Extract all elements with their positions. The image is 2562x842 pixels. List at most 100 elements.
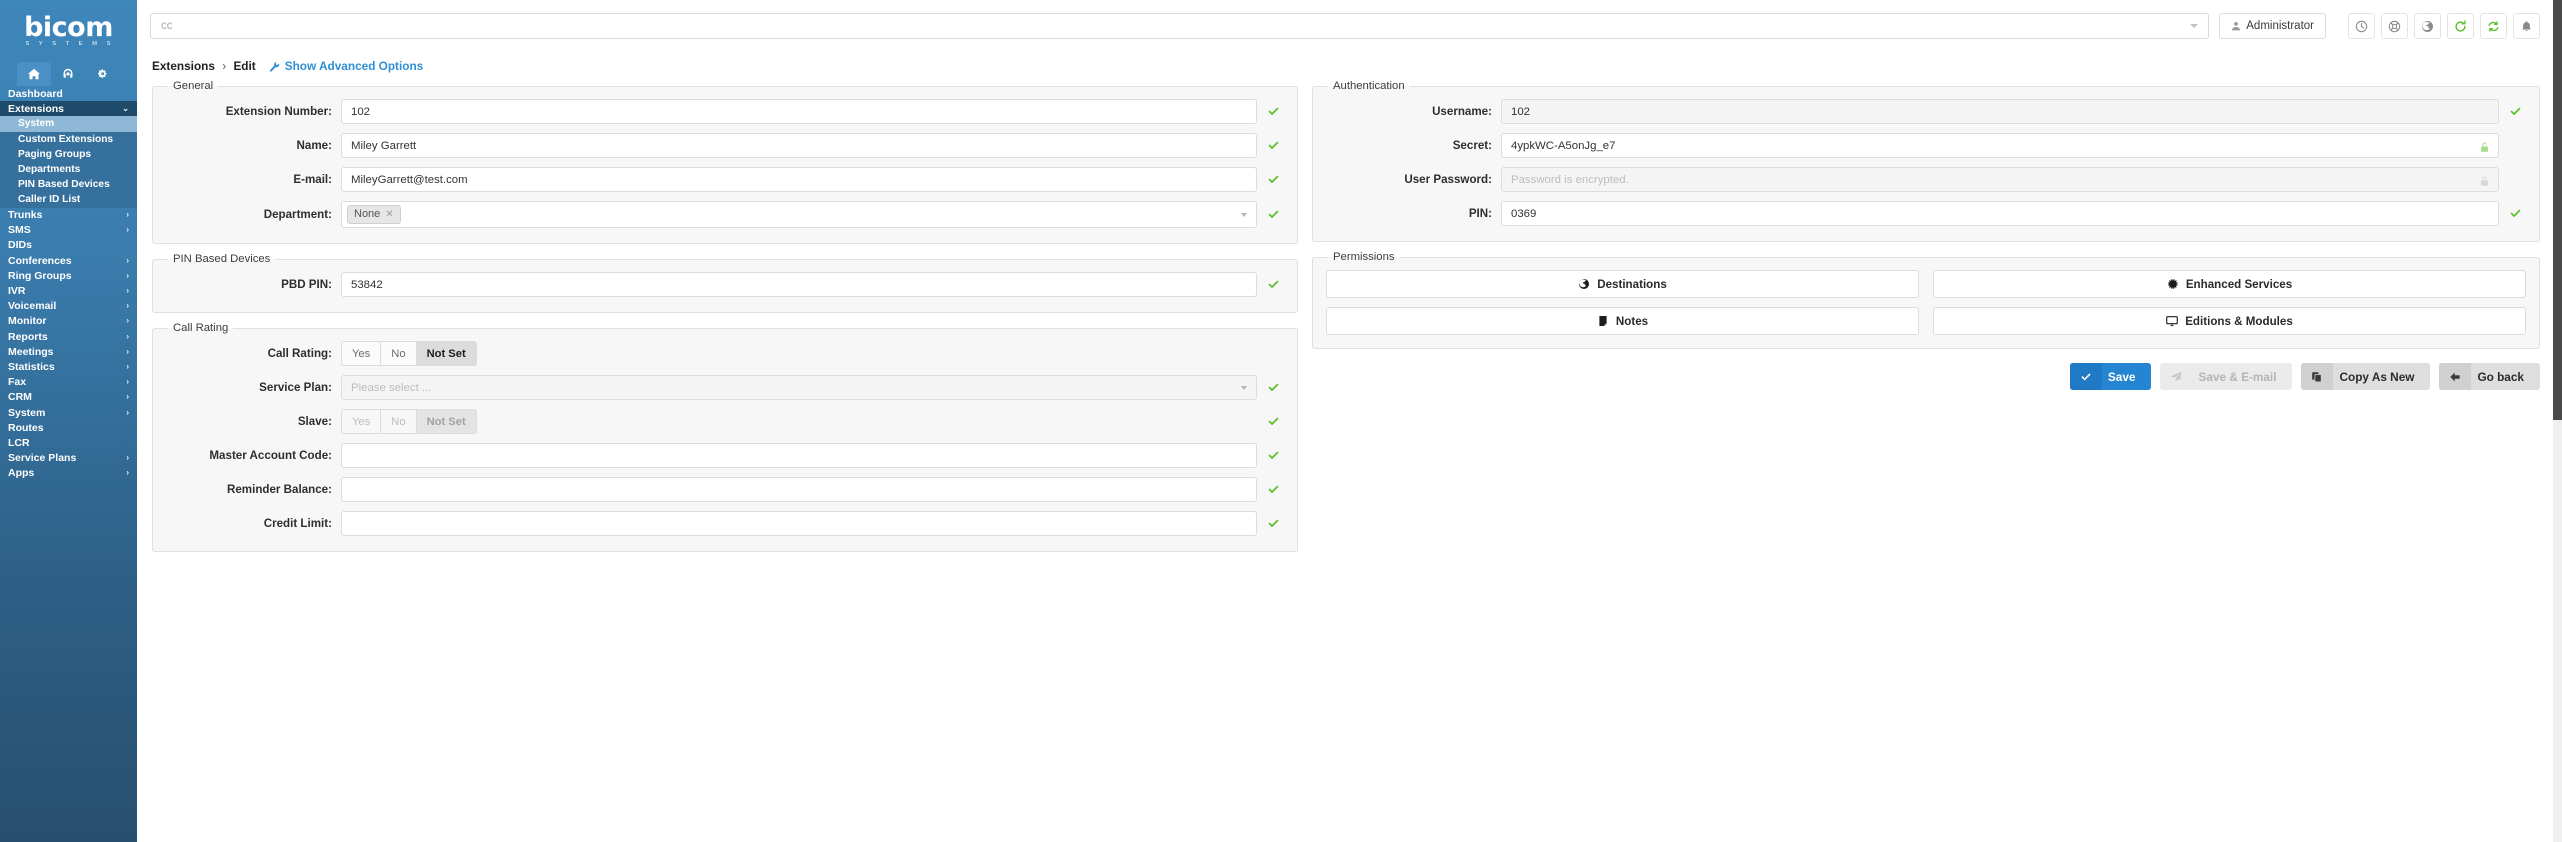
left-column: General Extension Number: 102 Name: Mile…: [152, 80, 1298, 561]
sidebar-item-ring-groups[interactable]: Ring Groups ›: [0, 268, 137, 283]
secret-input[interactable]: 4ypkWC-A5onJg_e7: [1501, 133, 2499, 158]
chevron-down-icon[interactable]: [1241, 385, 1247, 390]
email-input[interactable]: MileyGarrett@test.com: [341, 167, 1257, 192]
show-advanced-options-link[interactable]: Show Advanced Options: [269, 59, 423, 73]
call-rating-not-set[interactable]: Not Set: [415, 341, 477, 366]
go-back-button[interactable]: Go back: [2439, 363, 2540, 390]
lock-icon[interactable]: [2479, 174, 2490, 186]
notes-button[interactable]: Notes: [1326, 307, 1919, 335]
search-input[interactable]: cc: [150, 13, 2210, 39]
sidebar-item-label: Routes: [8, 421, 44, 434]
bell-icon-button[interactable]: [2513, 13, 2540, 39]
sidebar-item-paging-groups[interactable]: Paging Groups: [0, 146, 137, 162]
user-menu-button[interactable]: Administrator: [2219, 13, 2326, 39]
sidebar-item-service-plans[interactable]: Service Plans ›: [0, 451, 137, 466]
sync-icon-button[interactable]: [2480, 13, 2507, 39]
headset-tab[interactable]: [51, 62, 85, 86]
reminder-balance-input[interactable]: [341, 477, 1257, 502]
lifebuoy-icon-button[interactable]: [2381, 13, 2408, 39]
call-rating-no[interactable]: No: [380, 341, 417, 366]
vertical-scrollbar[interactable]: [2553, 0, 2562, 842]
sidebar-item-caller-id-list[interactable]: Caller ID List: [0, 192, 137, 208]
username-input[interactable]: 102: [1501, 99, 2499, 124]
sidebar-item-lcr[interactable]: LCR: [0, 435, 137, 450]
sidebar-item-dashboard[interactable]: Dashboard: [0, 86, 137, 101]
chevron-right-icon: ›: [126, 316, 129, 326]
sidebar-item-meetings[interactable]: Meetings ›: [0, 344, 137, 359]
sidebar-item-trunks[interactable]: Trunks ›: [0, 208, 137, 223]
pbd-pin-input[interactable]: 53842: [341, 272, 1257, 297]
call-rating-toggle: Yes No Not Set: [341, 341, 1257, 366]
save-label: Save: [2107, 369, 2136, 384]
chevron-right-icon: ›: [126, 392, 129, 402]
sidebar-item-statistics[interactable]: Statistics ›: [0, 359, 137, 374]
editions-modules-button[interactable]: Editions & Modules: [1933, 307, 2526, 335]
sidebar-item-pin-based-devices[interactable]: PIN Based Devices: [0, 177, 137, 193]
sidebar-item-label: Fax: [8, 376, 27, 389]
scrollbar-thumb[interactable]: [2553, 0, 2562, 420]
extension-number-row: Extension Number: 102: [166, 99, 1284, 124]
breadcrumb-root[interactable]: Extensions: [152, 59, 215, 73]
bell-icon: [2522, 20, 2531, 31]
brand-logo[interactable]: bicom S Y S T E M S: [0, 0, 137, 56]
copy-as-new-button[interactable]: Copy As New: [2301, 363, 2431, 390]
department-tag[interactable]: None ✕: [347, 205, 401, 224]
sidebar-item-custom-extensions[interactable]: Custom Extensions: [0, 131, 137, 147]
sidebar-item-label: CRM: [8, 391, 32, 404]
sidebar-item-label: PIN Based Devices: [18, 179, 110, 191]
sidebar-item-monitor[interactable]: Monitor ›: [0, 314, 137, 329]
slave-toggle: Yes No Not Set: [341, 409, 1257, 434]
settings-tab[interactable]: [86, 62, 120, 86]
enhanced-services-button[interactable]: Enhanced Services: [1933, 270, 2526, 298]
chevron-down-icon[interactable]: [1241, 212, 1247, 217]
sidebar-item-crm[interactable]: CRM ›: [0, 390, 137, 405]
save-and-email-button: Save & E-mail: [2160, 363, 2293, 390]
master-account-code-input[interactable]: [341, 443, 1257, 468]
extension-number-input[interactable]: 102: [341, 99, 1257, 124]
sidebar-item-departments[interactable]: Departments: [0, 161, 137, 178]
arrow-left-icon: [2439, 363, 2472, 390]
sidebar-item-label: Ring Groups: [8, 269, 72, 282]
sidebar-item-voicemail[interactable]: Voicemail ›: [0, 299, 137, 314]
clock-icon-button[interactable]: [2348, 13, 2375, 39]
sidebar-item-routes[interactable]: Routes: [0, 420, 137, 435]
sidebar-item-conferences[interactable]: Conferences ›: [0, 253, 137, 268]
destinations-button[interactable]: Destinations: [1326, 270, 1919, 298]
globe-icon-button[interactable]: [2414, 13, 2441, 39]
save-button[interactable]: Save: [2069, 363, 2152, 390]
username-label: Username:: [1432, 105, 1492, 118]
pin-input[interactable]: 0369: [1501, 201, 2499, 226]
pin-value: 0369: [1511, 207, 1537, 220]
general-legend: General: [173, 80, 214, 92]
slave-row: Slave: Yes No Not Set: [166, 409, 1284, 434]
service-plan-select[interactable]: Please select ...: [341, 375, 1257, 400]
service-plan-valid-icon: [1262, 381, 1284, 394]
slave-no: No: [380, 409, 417, 434]
sidebar-item-dids[interactable]: DIDs: [0, 238, 137, 253]
sidebar-item-fax[interactable]: Fax ›: [0, 375, 137, 390]
monitor-icon: [2166, 316, 2179, 327]
right-column: Authentication Username: 102 Secret: 4yp…: [1312, 80, 2540, 561]
chevron-down-icon[interactable]: [2190, 24, 2199, 28]
department-select[interactable]: None ✕: [341, 201, 1257, 228]
remove-tag-icon[interactable]: ✕: [385, 207, 393, 222]
sidebar-item-label: Paging Groups: [18, 148, 92, 160]
name-input[interactable]: Miley Garrett: [341, 133, 1257, 158]
home-tab[interactable]: [17, 62, 52, 86]
sidebar-item-reports[interactable]: Reports ›: [0, 329, 137, 344]
chevron-right-icon: ›: [126, 286, 129, 296]
sidebar-item-system-root[interactable]: System ›: [0, 405, 137, 420]
sidebar-item-system[interactable]: System: [0, 116, 137, 132]
sidebar-item-apps[interactable]: Apps ›: [0, 466, 137, 481]
call-rating-yes[interactable]: Yes: [341, 341, 382, 366]
unlock-icon[interactable]: [2479, 140, 2490, 152]
sidebar-item-ivr[interactable]: IVR ›: [0, 283, 137, 298]
chevron-right-icon: ›: [126, 301, 129, 311]
user-password-input[interactable]: Password is encrypted.: [1501, 167, 2499, 192]
chevron-down-icon: ⌄: [122, 103, 129, 113]
sidebar-item-label: IVR: [8, 285, 26, 298]
sidebar-item-extensions[interactable]: Extensions ⌄: [0, 101, 137, 117]
credit-limit-input[interactable]: [341, 511, 1257, 536]
sidebar-item-sms[interactable]: SMS ›: [0, 223, 137, 238]
reload-icon-button[interactable]: [2447, 13, 2474, 39]
